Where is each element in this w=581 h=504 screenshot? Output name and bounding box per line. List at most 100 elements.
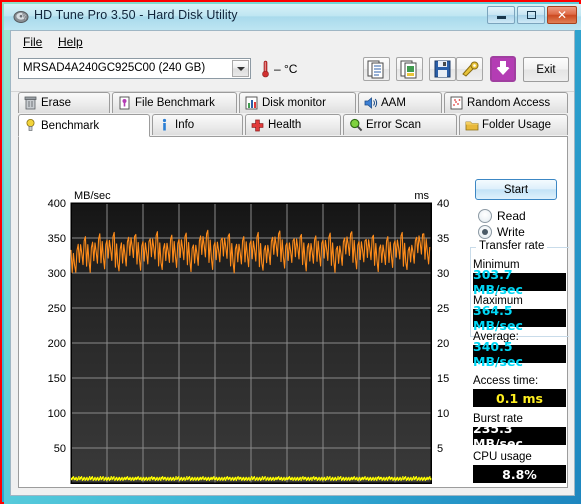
start-button-label: Start bbox=[503, 183, 529, 196]
tab-erase[interactable]: Erase bbox=[18, 92, 110, 113]
tab-benchmark[interactable]: Benchmark bbox=[18, 114, 150, 137]
tab-benchmark-label: Benchmark bbox=[41, 119, 100, 132]
close-button[interactable]: ✕ bbox=[547, 6, 577, 24]
svg-text:350: 350 bbox=[48, 233, 66, 245]
tab-file-benchmark-label: File Benchmark bbox=[135, 97, 215, 109]
svg-text:50: 50 bbox=[54, 443, 66, 455]
speaker-icon bbox=[363, 96, 378, 111]
chevron-down-icon[interactable] bbox=[232, 60, 249, 77]
drive-select-value: MRSAD4A240GC925C00 (240 GB) bbox=[23, 62, 206, 74]
svg-text:400: 400 bbox=[48, 198, 66, 210]
svg-text:200: 200 bbox=[48, 338, 66, 350]
scatter-icon bbox=[449, 96, 464, 111]
info-icon bbox=[157, 118, 172, 133]
download-button[interactable] bbox=[490, 56, 516, 82]
tab-error-scan[interactable]: Error Scan bbox=[343, 114, 457, 135]
lightbulb-icon bbox=[23, 118, 38, 133]
tab-random-access[interactable]: Random Access bbox=[444, 92, 568, 113]
tab-aam-label: AAM bbox=[381, 97, 406, 109]
svg-text:15: 15 bbox=[437, 373, 449, 385]
trash-icon bbox=[23, 96, 38, 111]
minimize-icon bbox=[488, 7, 514, 23]
minimum-value: 303.7 MB/sec bbox=[473, 267, 566, 297]
tab-file-benchmark[interactable]: File Benchmark bbox=[112, 92, 237, 113]
red-cross-icon bbox=[250, 118, 265, 133]
hard-disk-icon bbox=[13, 11, 29, 23]
tab-info[interactable]: Info bbox=[152, 114, 243, 135]
svg-text:30: 30 bbox=[437, 268, 449, 280]
folder-icon bbox=[464, 118, 479, 133]
application-window: HD Tune Pro 3.50 - Hard Disk Utility ✕ F… bbox=[0, 0, 581, 504]
tab-disk-monitor-label: Disk monitor bbox=[262, 97, 326, 109]
thermometer-icon bbox=[262, 60, 269, 78]
title-bar: HD Tune Pro 3.50 - Hard Disk Utility ✕ bbox=[4, 4, 581, 30]
tab-disk-monitor[interactable]: Disk monitor bbox=[239, 92, 356, 113]
maximum-value: 364.5 MB/sec bbox=[473, 303, 566, 333]
file-benchmark-icon bbox=[117, 96, 132, 111]
tab-info-label: Info bbox=[175, 119, 195, 131]
tab-erase-label: Erase bbox=[41, 97, 72, 109]
cpu-usage-label: CPU usage bbox=[473, 451, 532, 463]
svg-text:300: 300 bbox=[48, 268, 66, 280]
svg-text:ms: ms bbox=[414, 190, 429, 202]
tab-random-access-label: Random Access bbox=[467, 97, 551, 109]
save-button[interactable] bbox=[429, 57, 456, 81]
tab-health[interactable]: Health bbox=[245, 114, 341, 135]
cpu-usage-value: 8.8% bbox=[473, 465, 566, 483]
maximize-icon bbox=[518, 7, 544, 23]
download-arrow-icon bbox=[492, 58, 514, 80]
tab-aam[interactable]: AAM bbox=[358, 92, 442, 113]
drive-select[interactable]: MRSAD4A240GC925C00 (240 GB) bbox=[18, 58, 251, 79]
tab-error-scan-label: Error Scan bbox=[366, 119, 421, 131]
toolbar: MRSAD4A240GC925C00 (240 GB) – °C Exit bbox=[11, 52, 574, 92]
window-frame-glass: HD Tune Pro 3.50 - Hard Disk Utility ✕ F… bbox=[4, 4, 581, 504]
temperature-value: – °C bbox=[274, 62, 298, 76]
radio-read-label: Read bbox=[497, 209, 526, 223]
radio-write-mark bbox=[478, 225, 492, 239]
copy-text-icon bbox=[367, 60, 384, 79]
menu-file-label: File bbox=[23, 35, 43, 49]
exit-button-label: Exit bbox=[536, 63, 556, 76]
menu-item-help[interactable]: Help bbox=[52, 34, 89, 50]
settings-button[interactable] bbox=[456, 57, 483, 81]
tools-icon bbox=[462, 61, 479, 77]
start-button[interactable]: Start bbox=[475, 179, 557, 200]
svg-text:MB/sec: MB/sec bbox=[74, 190, 111, 202]
svg-text:100: 100 bbox=[48, 408, 66, 420]
svg-text:40: 40 bbox=[437, 198, 449, 210]
access-time-value: 0.1 ms bbox=[473, 389, 566, 407]
menu-item-file[interactable]: File bbox=[17, 34, 48, 50]
minimize-button[interactable] bbox=[487, 6, 515, 24]
tab-folder-usage-label: Folder Usage bbox=[482, 119, 552, 131]
radio-write-label: Write bbox=[497, 225, 525, 239]
close-icon: ✕ bbox=[556, 8, 568, 22]
svg-text:10: 10 bbox=[437, 408, 449, 420]
copy-image-icon bbox=[400, 60, 417, 79]
menu-bar: File Help bbox=[11, 31, 574, 52]
radio-read-mark bbox=[478, 209, 492, 223]
svg-text:35: 35 bbox=[437, 233, 449, 245]
svg-text:250: 250 bbox=[48, 303, 66, 315]
magnifier-icon bbox=[348, 118, 363, 133]
transfer-rate-legend: Transfer rate bbox=[476, 240, 548, 252]
tab-folder-usage[interactable]: Folder Usage bbox=[459, 114, 568, 135]
client-area: File Help MRSAD4A240GC925C00 (240 GB) – … bbox=[10, 30, 575, 496]
radio-read[interactable]: Read bbox=[478, 209, 526, 223]
exit-button[interactable]: Exit bbox=[523, 57, 569, 82]
access-time-label: Access time: bbox=[473, 375, 539, 387]
bar-chart-icon bbox=[244, 96, 259, 111]
results-panel: Start Read Write Transfer rate Minimum 3… bbox=[456, 137, 569, 487]
svg-text:150: 150 bbox=[48, 373, 66, 385]
benchmark-chart: 5010015020025030035040051015202530354001… bbox=[19, 137, 449, 487]
copy-image-button[interactable] bbox=[396, 57, 423, 81]
maximize-button[interactable] bbox=[517, 6, 545, 24]
chart-canvas: 5010015020025030035040051015202530354001… bbox=[48, 190, 449, 484]
svg-text:5: 5 bbox=[437, 443, 443, 455]
floppy-save-icon bbox=[434, 60, 451, 78]
copy-text-button[interactable] bbox=[363, 57, 390, 81]
svg-text:25: 25 bbox=[437, 303, 449, 315]
svg-text:20: 20 bbox=[437, 338, 449, 350]
average-value: 340.5 MB/sec bbox=[473, 339, 566, 369]
radio-write[interactable]: Write bbox=[478, 225, 525, 239]
tab-health-label: Health bbox=[268, 119, 302, 131]
